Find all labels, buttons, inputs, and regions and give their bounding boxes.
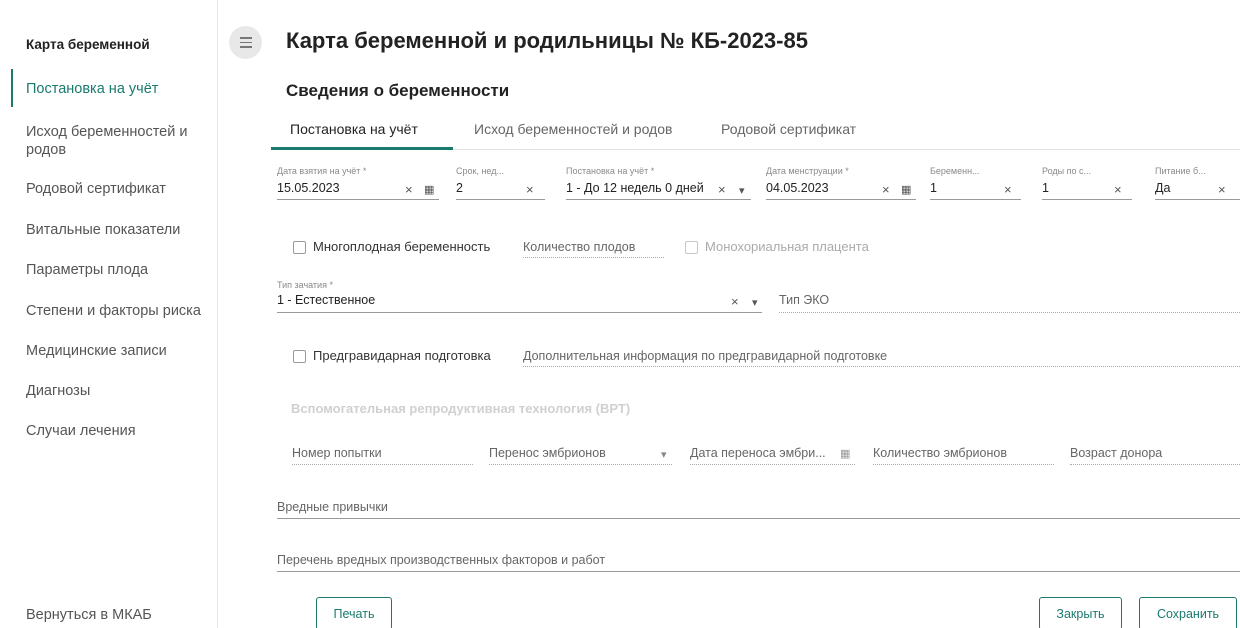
fetus-count-underline	[523, 257, 664, 258]
sidebar-item-treatment-cases[interactable]: Случаи лечения	[26, 422, 212, 440]
sidebar-item-fetus-parameters[interactable]: Параметры плода	[26, 261, 212, 279]
sidebar-item-vital-signs[interactable]: Витальные показатели	[26, 221, 212, 239]
donor-age-underline	[1070, 464, 1240, 465]
conception-type-select[interactable]: 1 - Естественное	[277, 293, 375, 307]
sidebar-item-medical-records[interactable]: Медицинские записи	[26, 342, 212, 360]
calendar-icon[interactable]: ▦	[424, 183, 434, 197]
term-weeks-underline	[456, 199, 545, 200]
embryo-count-input[interactable]: Количество эмбрионов	[873, 446, 1007, 460]
fetus-count-input[interactable]: Количество плодов	[523, 240, 635, 254]
pregravid-info-underline	[523, 366, 1240, 367]
harmful-habits-underline	[277, 518, 1240, 519]
back-to-mkab-link[interactable]: Вернуться в МКАБ	[26, 607, 152, 623]
sidebar-item-birth-certificate[interactable]: Родовой сертификат	[26, 180, 212, 198]
clear-icon[interactable]: ×	[405, 183, 413, 197]
nutrition-label: Питание б...	[1155, 166, 1206, 176]
clear-icon[interactable]: ×	[1114, 183, 1122, 197]
embryo-transfer-select[interactable]: Перенос эмбрионов	[489, 446, 606, 460]
close-button[interactable]: Закрыть	[1039, 597, 1122, 628]
harmful-habits-select[interactable]: Вредные привычки	[277, 500, 388, 514]
transfer-date-underline	[690, 464, 855, 465]
monochorionic-checkbox[interactable]	[685, 241, 698, 254]
births-count-underline	[1042, 199, 1132, 200]
clear-icon[interactable]: ×	[731, 295, 739, 309]
pregravid-info-input[interactable]: Дополнительная информация по предгравида…	[523, 349, 887, 363]
calendar-icon[interactable]: ▦	[901, 183, 911, 197]
save-button[interactable]: Сохранить	[1139, 597, 1237, 628]
tab-pregnancy-outcome[interactable]: Исход беременностей и родов	[474, 121, 672, 137]
reg-date-label: Дата взятия на учёт *	[277, 166, 367, 176]
chevron-down-icon[interactable]: ▾	[739, 184, 745, 198]
chevron-down-icon[interactable]: ▾	[752, 296, 758, 310]
births-count-input[interactable]: 1	[1042, 181, 1049, 195]
sidebar-title: Карта беременной	[26, 37, 150, 52]
pregravid-prep-checkbox[interactable]	[293, 350, 306, 363]
attempt-number-underline	[292, 464, 473, 465]
transfer-date-input[interactable]: Дата переноса эмбри...	[690, 446, 826, 460]
births-count-label: Роды по с...	[1042, 166, 1092, 176]
tab-birth-certificate[interactable]: Родовой сертификат	[721, 121, 856, 137]
eco-type-underline	[779, 312, 1240, 313]
reg-date-underline	[277, 199, 439, 200]
hazards-underline	[277, 571, 1240, 572]
multiple-pregnancy-label: Многоплодная беременность	[313, 239, 491, 254]
sidebar-active-indicator	[11, 69, 13, 107]
reg-date-input[interactable]: 15.05.2023	[277, 181, 340, 195]
sidebar-item-diagnoses[interactable]: Диагнозы	[26, 382, 212, 400]
clear-icon[interactable]: ×	[1004, 183, 1012, 197]
active-tab-indicator	[271, 147, 453, 150]
section-title: Сведения о беременности	[286, 81, 510, 100]
pregnancy-count-input[interactable]: 1	[930, 181, 937, 195]
donor-age-input[interactable]: Возраст донора	[1070, 446, 1162, 460]
conception-type-label: Тип зачатия *	[277, 280, 333, 290]
eco-type-select[interactable]: Тип ЭКО	[779, 293, 829, 307]
pregravid-prep-label: Предгравидарная подготовка	[313, 348, 491, 363]
clear-icon[interactable]: ×	[718, 183, 726, 197]
print-button[interactable]: Печать	[316, 597, 392, 628]
clear-icon[interactable]: ×	[882, 183, 890, 197]
sidebar-item-risk-factors[interactable]: Степени и факторы риска	[26, 302, 212, 320]
nutrition-underline	[1155, 199, 1240, 200]
menstruation-date-label: Дата менструации *	[766, 166, 849, 176]
term-weeks-input[interactable]: 2	[456, 181, 463, 195]
clear-icon[interactable]: ×	[1218, 183, 1226, 197]
embryo-transfer-underline	[489, 464, 672, 465]
sidebar-item-pregnancy-outcome[interactable]: Исход беременностей и родов	[26, 123, 212, 159]
sidebar: Карта беременной Постановка на учёт Исхо…	[0, 0, 218, 628]
clear-icon[interactable]: ×	[526, 183, 534, 197]
menstruation-date-input[interactable]: 04.05.2023	[766, 181, 829, 195]
page-title: Карта беременной и родильницы № КБ-2023-…	[286, 28, 808, 53]
monochorionic-label: Монохориальная плацента	[705, 239, 869, 254]
registration-underline	[566, 199, 751, 200]
registration-label: Постановка на учёт *	[566, 166, 655, 176]
registration-select[interactable]: 1 - До 12 недель 0 дней	[566, 181, 704, 195]
nutrition-select[interactable]: Да	[1155, 181, 1170, 195]
tab-registration[interactable]: Постановка на учёт	[290, 121, 418, 137]
calendar-icon[interactable]: ▦	[840, 447, 850, 461]
menstruation-date-underline	[766, 199, 916, 200]
hazards-select[interactable]: Перечень вредных производственных фактор…	[277, 553, 605, 567]
pregnancy-count-underline	[930, 199, 1021, 200]
sidebar-item-registration[interactable]: Постановка на учёт	[26, 80, 212, 98]
multiple-pregnancy-checkbox[interactable]	[293, 241, 306, 254]
chevron-down-icon[interactable]: ▾	[661, 448, 667, 462]
term-weeks-label: Срок, нед...	[456, 166, 504, 176]
vrt-section-title: Вспомогательная репродуктивная технологи…	[291, 401, 631, 416]
embryo-count-underline	[873, 464, 1054, 465]
conception-type-underline	[277, 312, 762, 313]
pregnancy-count-label: Беременн...	[930, 166, 980, 176]
attempt-number-input[interactable]: Номер попытки	[292, 446, 382, 460]
hamburger-icon[interactable]	[229, 26, 262, 59]
